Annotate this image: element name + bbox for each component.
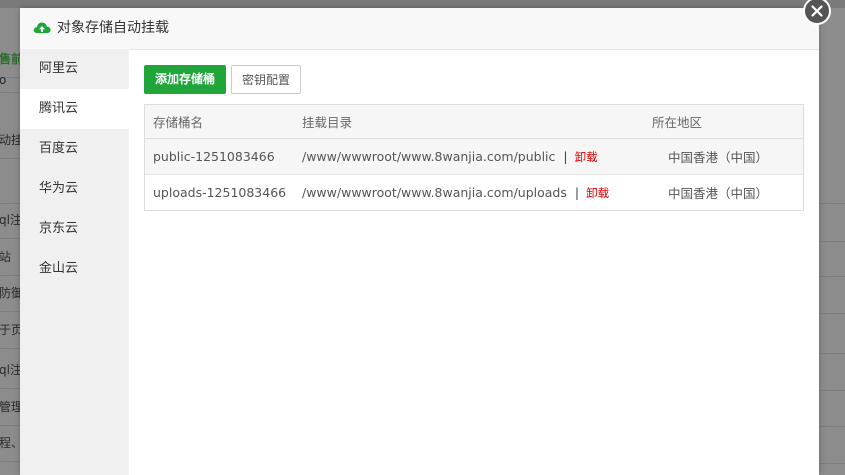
- bg-item: 管理: [0, 390, 20, 426]
- mount-dir-cell: /www/wwwroot/www.8wanjia.com/uploads | 卸…: [302, 175, 609, 210]
- bg-item: 程、: [0, 426, 20, 462]
- bg-item: 防御: [0, 276, 20, 312]
- mount-dir: /www/wwwroot/www.8wanjia.com/public: [302, 149, 556, 164]
- separator: |: [574, 185, 580, 200]
- dialog-content: 添加存储桶 密钥配置 存储桶名 挂载目录 所在地区 public-1251083…: [129, 49, 819, 475]
- add-bucket-button[interactable]: 添加存储桶: [144, 65, 226, 94]
- bg-divider: [819, 390, 845, 391]
- region: 中国香港（中国）: [668, 150, 769, 165]
- unmount-link[interactable]: 卸载: [586, 185, 609, 201]
- sidebar-item-aliyun[interactable]: 阿里云: [20, 49, 129, 89]
- bg-item: 于页: [0, 313, 20, 349]
- dialog-title: 对象存储自动挂载: [57, 20, 169, 36]
- bg-item: 动挂: [0, 123, 20, 159]
- dialog-header: 对象存储自动挂载: [20, 8, 819, 50]
- close-icon: [811, 5, 823, 17]
- bg-divider: [819, 313, 845, 314]
- bg-item: o: [0, 68, 20, 93]
- provider-sidebar: 阿里云 腾讯云 百度云 华为云 京东云 金山云: [20, 49, 129, 475]
- mount-dialog: 对象存储自动挂载 阿里云 腾讯云 百度云 华为云 京东云 金山云 添加存储桶 密…: [20, 8, 819, 475]
- table-row: public-1251083466 /www/wwwroot/www.8wanj…: [145, 139, 803, 175]
- bg-divider: [819, 426, 845, 427]
- bg-item: ql注: [0, 203, 20, 239]
- header-mount-dir: 挂载目录: [302, 115, 353, 130]
- sidebar-item-jd[interactable]: 京东云: [20, 209, 129, 249]
- bg-divider: [819, 353, 845, 354]
- bucket-name: uploads-1251083466: [153, 185, 287, 200]
- unmount-link[interactable]: 卸载: [575, 149, 598, 165]
- bg-item: 站: [0, 240, 20, 276]
- bucket-name: public-1251083466: [153, 149, 275, 164]
- sidebar-item-baidu[interactable]: 百度云: [20, 129, 129, 169]
- mount-dir: /www/wwwroot/www.8wanjia.com/uploads: [302, 185, 567, 200]
- header-bucket-name: 存储桶名: [153, 115, 204, 130]
- sidebar-item-kingsoft[interactable]: 金山云: [20, 249, 129, 289]
- sidebar-item-tencent[interactable]: 腾讯云: [20, 89, 129, 129]
- sidebar-item-huawei[interactable]: 华为云: [20, 169, 129, 209]
- bg-divider: [819, 463, 845, 464]
- header-region: 所在地区: [652, 115, 703, 130]
- bg-item: [0, 168, 20, 204]
- table-header: 存储桶名 挂载目录 所在地区: [145, 105, 803, 139]
- cloud-upload-icon: [32, 18, 52, 38]
- bg-item: ql注: [0, 353, 20, 389]
- bg-divider: [819, 203, 845, 204]
- mount-dir-cell: /www/wwwroot/www.8wanjia.com/public | 卸载: [302, 139, 598, 174]
- backdrop: 售前 o 动挂 ql注 站 防御 于页 ql注 管理 程、 对象存储自动挂载: [0, 0, 845, 475]
- separator: |: [563, 149, 568, 164]
- bg-divider: [819, 241, 845, 242]
- key-config-button[interactable]: 密钥配置: [231, 65, 301, 94]
- table-row: uploads-1251083466 /www/wwwroot/www.8wan…: [145, 175, 803, 210]
- bucket-table: 存储桶名 挂载目录 所在地区 public-1251083466 /www/ww…: [144, 104, 804, 211]
- bg-divider: [819, 276, 845, 277]
- region: 中国香港（中国）: [668, 186, 769, 201]
